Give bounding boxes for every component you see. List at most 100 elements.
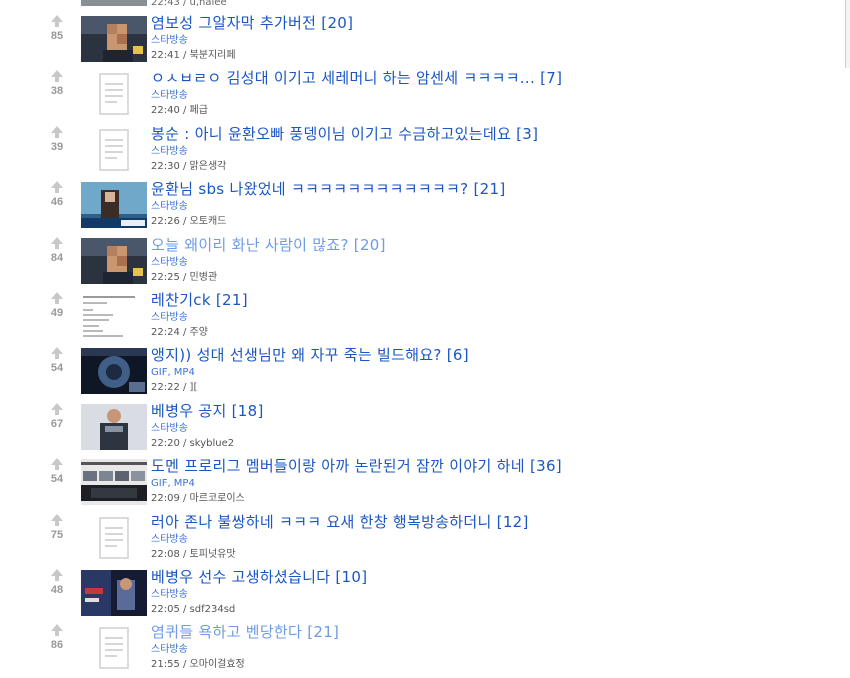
post-meta: 22:08 / 토피넛유맛 bbox=[151, 548, 236, 560]
upvote-arrow-icon[interactable] bbox=[48, 402, 66, 415]
post-meta: 22:22 / ][ bbox=[151, 382, 198, 394]
vote-box: 86 bbox=[48, 624, 66, 651]
post-row: 48 베병우 선수 고생하셨습니다 [10] 스타방송 22:05 / sdf2… bbox=[0, 567, 850, 622]
post-row: 38 ㅇㅅㅂㄹㅇ 김성대 이기고 세레머니 하는 암센세 ㅋㅋㅋㅋ... [7]… bbox=[0, 68, 850, 123]
post-flair[interactable]: GIF, MP4 bbox=[151, 477, 562, 490]
post-meta: 22:30 / 맑은생각 bbox=[151, 160, 227, 172]
upvote-arrow-icon[interactable] bbox=[48, 15, 66, 27]
post-title-link[interactable]: 앵지)) 성대 선생님만 왜 자꾸 죽는 빌드해요? [6] bbox=[151, 346, 469, 365]
post-title-link[interactable]: 염보성 그알자막 추가버전 [20] bbox=[151, 14, 353, 33]
upvote-arrow-icon[interactable] bbox=[48, 70, 66, 83]
post-title-link[interactable]: 레찬기ck [21] bbox=[151, 291, 248, 310]
post-score: 39 bbox=[50, 140, 64, 153]
post-thumbnail[interactable] bbox=[81, 514, 147, 561]
post-info: 오늘 왜이리 화난 사람이 많죠? [20] 스타방송 22:25 / 민병관 bbox=[151, 236, 386, 285]
post-meta: 22:41 / 북분지리페 bbox=[151, 50, 236, 61]
post-row: 85 염보성 그알자막 추가버전 [20] 스타방송 22:41 / 북분지리페 bbox=[0, 13, 850, 68]
post-row: 46 윤환님 sbs 나왔었네 ㅋㅋㅋㅋㅋㅋㅋㅋㅋㅋㅋㅋ? [21] 스타방송 … bbox=[0, 179, 850, 234]
post-meta: 22:24 / 주양 bbox=[151, 326, 208, 338]
vote-box: 67 bbox=[48, 402, 66, 430]
vote-box: 85 bbox=[48, 15, 66, 42]
post-row: 39 봉순 : 아니 윤환오빠 풍뎅이님 이기고 수금하고있는데요 [3] 스타… bbox=[0, 124, 850, 179]
post-list: 85 염보성 그알자막 추가버전 [20] 스타방송 22:41 / 북분지리페… bbox=[0, 13, 850, 678]
post-thumbnail[interactable] bbox=[81, 182, 147, 229]
post-thumbnail[interactable] bbox=[81, 403, 147, 450]
post-flair[interactable]: 스타방송 bbox=[151, 588, 367, 601]
post-info: 베병우 선수 고생하셨습니다 [10] 스타방송 22:05 / sdf234s… bbox=[151, 568, 367, 617]
vote-box: 54 bbox=[48, 458, 66, 485]
post-score: 54 bbox=[50, 473, 64, 486]
post-info: 러아 존나 불쌍하네 ㅋㅋㅋ 요새 한창 행복방송하더니 [12] 스타방송 2… bbox=[151, 513, 529, 562]
post-flair[interactable]: 스타방송 bbox=[151, 89, 562, 102]
vote-box: 48 bbox=[48, 568, 66, 596]
upvote-arrow-icon[interactable] bbox=[48, 125, 66, 138]
post-flair[interactable]: 스타방송 bbox=[151, 643, 339, 656]
post-score: 67 bbox=[50, 417, 64, 430]
post-thumbnail[interactable] bbox=[81, 126, 147, 173]
vote-box: 84 bbox=[48, 236, 66, 264]
post-flair[interactable]: GIF, MP4 bbox=[151, 366, 469, 379]
post-thumbnail[interactable] bbox=[81, 71, 147, 118]
post-flair[interactable]: 스타방송 bbox=[151, 34, 353, 47]
post-row: 49 레찬기ck [21] 스타방송 22:24 / 주양 bbox=[0, 290, 850, 345]
post-info: 베병우 공지 [18] 스타방송 22:20 / skyblue2 bbox=[151, 402, 264, 451]
post-title-link[interactable]: 베병우 선수 고생하셨습니다 [10] bbox=[151, 568, 367, 587]
post-thumbnail[interactable] bbox=[81, 459, 147, 506]
post-thumbnail[interactable] bbox=[81, 348, 147, 395]
post-thumbnail[interactable] bbox=[81, 237, 147, 284]
post-flair[interactable]: 스타방송 bbox=[151, 422, 264, 435]
post-meta: 21:55 / 오마이걸효정 bbox=[151, 659, 245, 671]
upvote-arrow-icon[interactable] bbox=[48, 291, 66, 304]
post-meta: 22:09 / 마르코로이스 bbox=[151, 493, 245, 505]
upvote-arrow-icon[interactable] bbox=[48, 347, 66, 360]
post-flair[interactable]: 스타방송 bbox=[151, 533, 529, 546]
previous-post-thumbnail[interactable] bbox=[81, 0, 147, 6]
post-info: 윤환님 sbs 나왔었네 ㅋㅋㅋㅋㅋㅋㅋㅋㅋㅋㅋㅋ? [21] 스타방송 22:… bbox=[151, 180, 505, 229]
post-score: 54 bbox=[50, 362, 64, 375]
post-score: 48 bbox=[50, 583, 64, 596]
post-flair[interactable]: 스타방송 bbox=[151, 200, 505, 213]
upvote-arrow-icon[interactable] bbox=[48, 568, 66, 581]
post-info: 염퀴들 욕하고 벤당한다 [21] 스타방송 21:55 / 오마이걸효정 bbox=[151, 623, 339, 672]
post-score: 84 bbox=[50, 251, 64, 264]
post-row: 54 도멘 프로리그 멤버들이랑 아까 논란된거 잠깐 이야기 하네 [36] … bbox=[0, 456, 850, 511]
post-info: 레찬기ck [21] 스타방송 22:24 / 주양 bbox=[151, 291, 248, 340]
post-info: ㅇㅅㅂㄹㅇ 김성대 이기고 세레머니 하는 암센세 ㅋㅋㅋㅋ... [7] 스타… bbox=[151, 69, 562, 118]
post-meta: 22:25 / 민병관 bbox=[151, 271, 218, 283]
upvote-arrow-icon[interactable] bbox=[48, 513, 66, 526]
post-title-link[interactable]: 오늘 왜이리 화난 사람이 많죠? [20] bbox=[151, 236, 386, 255]
post-flair[interactable]: 스타방송 bbox=[151, 311, 248, 324]
upvote-arrow-icon[interactable] bbox=[48, 458, 66, 471]
post-title-link[interactable]: ㅇㅅㅂㄹㅇ 김성대 이기고 세레머니 하는 암센세 ㅋㅋㅋㅋ... [7] bbox=[151, 69, 562, 88]
upvote-arrow-icon[interactable] bbox=[48, 181, 66, 194]
post-title-link[interactable]: 봉순 : 아니 윤환오빠 풍뎅이님 이기고 수금하고있는데요 [3] bbox=[151, 125, 538, 144]
post-score: 86 bbox=[50, 639, 64, 652]
post-title-link[interactable]: 염퀴들 욕하고 벤당한다 [21] bbox=[151, 623, 339, 642]
post-title-link[interactable]: 러아 존나 불쌍하네 ㅋㅋㅋ 요새 한창 행복방송하더니 [12] bbox=[151, 513, 529, 532]
post-flair[interactable]: 스타방송 bbox=[151, 145, 538, 158]
post-thumbnail[interactable] bbox=[81, 625, 147, 672]
upvote-arrow-icon[interactable] bbox=[48, 624, 66, 637]
post-flair[interactable]: 스타방송 bbox=[151, 256, 386, 269]
post-info: 도멘 프로리그 멤버들이랑 아까 논란된거 잠깐 이야기 하네 [36] GIF… bbox=[151, 457, 562, 506]
post-title-link[interactable]: 윤환님 sbs 나왔었네 ㅋㅋㅋㅋㅋㅋㅋㅋㅋㅋㅋㅋ? [21] bbox=[151, 180, 505, 199]
post-info: 봉순 : 아니 윤환오빠 풍뎅이님 이기고 수금하고있는데요 [3] 스타방송 … bbox=[151, 125, 538, 174]
post-thumbnail[interactable] bbox=[81, 16, 147, 62]
post-score: 46 bbox=[50, 196, 64, 209]
vote-box: 46 bbox=[48, 181, 66, 208]
post-thumbnail[interactable] bbox=[81, 569, 147, 616]
post-thumbnail[interactable] bbox=[81, 292, 147, 339]
post-score: 49 bbox=[50, 306, 64, 319]
post-row: 86 염퀴들 욕하고 벤당한다 [21] 스타방송 21:55 / 오마이걸효정 bbox=[0, 622, 850, 677]
upvote-arrow-icon[interactable] bbox=[48, 236, 66, 249]
post-score: 38 bbox=[50, 85, 64, 98]
post-meta: 22:05 / sdf234sd bbox=[151, 603, 236, 615]
vote-box: 39 bbox=[48, 125, 66, 153]
post-title-link[interactable]: 도멘 프로리그 멤버들이랑 아까 논란된거 잠깐 이야기 하네 [36] bbox=[151, 457, 562, 476]
post-meta: 22:26 / 오토캐드 bbox=[151, 216, 227, 228]
post-title-link[interactable]: 베병우 공지 [18] bbox=[151, 402, 264, 421]
post-row: 84 오늘 왜이리 화난 사람이 많죠? [20] 스타방송 22:25 / 민… bbox=[0, 235, 850, 290]
post-row: 67 베병우 공지 [18] 스타방송 22:20 / skyblue2 bbox=[0, 401, 850, 456]
post-info: 염보성 그알자막 추가버전 [20] 스타방송 22:41 / 북분지리페 bbox=[151, 14, 353, 63]
vote-box: 38 bbox=[48, 70, 66, 97]
